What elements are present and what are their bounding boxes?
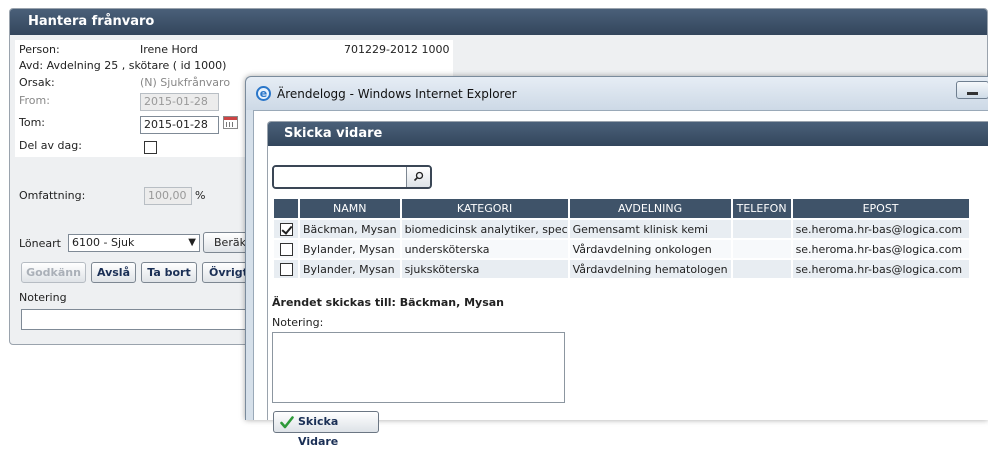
- cell-avdelning: Gemensamt klinisk kemi: [569, 220, 731, 238]
- notering-field[interactable]: [21, 309, 251, 330]
- avsla-button[interactable]: Avslå: [91, 262, 136, 283]
- cell-epost: se.heroma.hr-bas@logica.com: [792, 220, 969, 238]
- table-row[interactable]: Bäckman, Mysan biomedicinsk analytiker, …: [274, 220, 969, 238]
- orsak-value: (N) Sjukfrånvaro: [140, 76, 231, 89]
- search-icon: [413, 171, 424, 182]
- window-title: Ärendelogg - Windows Internet Explorer: [277, 87, 517, 101]
- del-av-dag-label: Del av dag:: [19, 139, 82, 152]
- loneart-value: 6100 - Sjuk: [72, 236, 135, 249]
- dialog-title: Skicka vidare: [268, 122, 988, 146]
- row-checkbox-checked[interactable]: [279, 222, 293, 236]
- cell-namn: Bylander, Mysan: [300, 260, 400, 278]
- del-av-dag-checkbox[interactable]: [144, 141, 157, 154]
- tom-date-field[interactable]: 2015-01-28: [140, 116, 219, 134]
- loneart-label: Löneart: [19, 237, 61, 250]
- table-row[interactable]: Bylander, Mysan undersköterska Vårdavdel…: [274, 240, 969, 258]
- col-header-kategori[interactable]: KATEGORI: [401, 199, 568, 218]
- cell-namn: Bäckman, Mysan: [300, 220, 400, 238]
- from-label: From:: [19, 94, 50, 107]
- row-checkbox[interactable]: [279, 242, 293, 256]
- cell-kategori: biomedicinsk analytiker, spec: [401, 220, 568, 238]
- orsak-label: Orsak:: [19, 76, 55, 89]
- omfattning-label: Omfattning:: [19, 189, 86, 202]
- calendar-icon[interactable]: [223, 116, 238, 129]
- skicka-vidare-dialog: Skicka vidare NAMN KATEGORI AVDELNING TE…: [267, 121, 988, 448]
- cell-epost: se.heroma.hr-bas@logica.com: [792, 260, 969, 278]
- ta-bort-button[interactable]: Ta bort: [141, 262, 197, 283]
- ie-logo-icon: e: [256, 86, 271, 101]
- dropdown-arrow-icon: ▼: [188, 237, 196, 248]
- checkmark-icon: [280, 416, 294, 429]
- cell-kategori: undersköterska: [401, 240, 568, 258]
- table-header-row: NAMN KATEGORI AVDELNING TELEFON EPOST: [274, 199, 969, 218]
- person-label: Person:: [19, 43, 60, 56]
- col-header-avdelning[interactable]: AVDELNING: [569, 199, 731, 218]
- search-box: [272, 165, 432, 189]
- loneart-select[interactable]: 6100 - Sjuk ▼: [68, 234, 200, 252]
- col-header-telefon[interactable]: TELEFON: [732, 199, 791, 218]
- cell-kategori: sjuksköterska: [401, 260, 568, 278]
- cell-avdelning: Vårdavdelning hematologen: [569, 260, 731, 278]
- search-button[interactable]: [406, 167, 430, 187]
- cell-telefon: [732, 260, 791, 278]
- department-line: Avd: Avdelning 25 , skötare ( id 1000): [19, 59, 227, 72]
- row-select-cell[interactable]: [274, 220, 298, 238]
- godkann-button[interactable]: Godkänn: [21, 262, 86, 283]
- ie-titlebar: e Ärendelogg - Windows Internet Explorer: [246, 77, 988, 110]
- ie-popup-window: e Ärendelogg - Windows Internet Explorer…: [245, 76, 988, 448]
- row-checkbox[interactable]: [279, 262, 293, 276]
- panel-title: Hantera frånvaro: [10, 9, 987, 35]
- minimize-icon[interactable]: [956, 81, 988, 99]
- from-date-field[interactable]: 2015-01-28: [140, 93, 219, 111]
- cell-avdelning: Vårdavdelning onkologen: [569, 240, 731, 258]
- table-row[interactable]: Bylander, Mysan sjuksköterska Vårdavdeln…: [274, 260, 969, 278]
- search-input[interactable]: [274, 167, 406, 187]
- person-name: Irene Hord: [140, 43, 198, 56]
- cell-telefon: [732, 220, 791, 238]
- col-header-select: [274, 199, 298, 218]
- recipient-table: NAMN KATEGORI AVDELNING TELEFON EPOST Bä…: [272, 197, 971, 280]
- send-to-text: Ärendet skickas till: Bäckman, Mysan: [272, 296, 505, 309]
- omfattning-unit: %: [195, 189, 206, 202]
- cell-namn: Bylander, Mysan: [300, 240, 400, 258]
- person-id: 701229-2012 1000: [344, 43, 450, 56]
- notering-label: Notering: [19, 291, 67, 304]
- skicka-vidare-button[interactable]: Skicka Vidare: [273, 411, 379, 448]
- row-select-cell[interactable]: [274, 260, 298, 278]
- ie-content-area: Skicka vidare NAMN KATEGORI AVDELNING TE…: [253, 110, 988, 448]
- cell-telefon: [732, 240, 791, 258]
- cell-epost: se.heroma.hr-bas@logica.com: [792, 240, 969, 258]
- notering-label: Notering:: [272, 316, 324, 329]
- tom-label: Tom:: [19, 116, 46, 129]
- col-header-namn[interactable]: NAMN: [300, 199, 400, 218]
- row-select-cell[interactable]: [274, 240, 298, 258]
- omfattning-field[interactable]: 100,00: [144, 187, 192, 205]
- notering-textarea[interactable]: [272, 332, 565, 403]
- col-header-epost[interactable]: EPOST: [792, 199, 969, 218]
